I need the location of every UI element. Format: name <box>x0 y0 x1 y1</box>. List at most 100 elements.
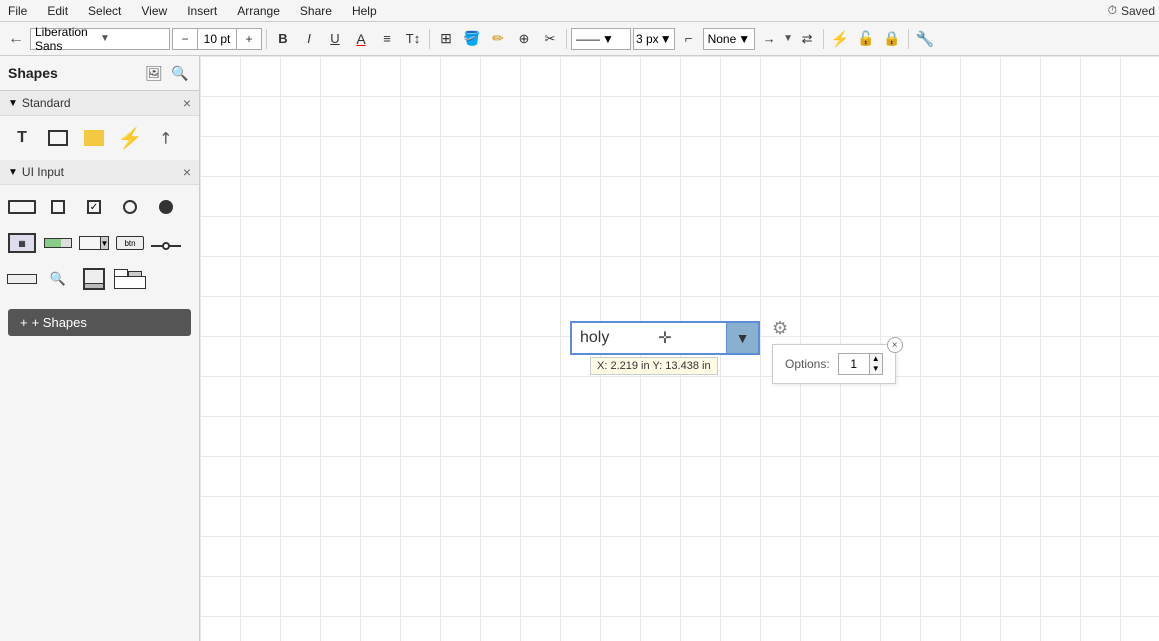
menu-help[interactable]: Help <box>348 2 381 20</box>
menu-share[interactable]: Share <box>296 2 336 20</box>
none-label: None <box>708 32 737 46</box>
font-size-decrease[interactable]: − <box>173 27 197 51</box>
separator-1 <box>266 29 267 49</box>
connection-button[interactable]: ⊕ <box>512 27 536 51</box>
search-icon[interactable]: 🔍 <box>169 62 191 84</box>
font-name-label: Liberation Sans <box>35 25 100 53</box>
main-layout: Shapes 🖼 🔍 ▼ Standard × T ⚡ ↗ <box>0 56 1159 641</box>
shape-arrow[interactable]: ↗ <box>150 122 182 154</box>
options-spinner-up[interactable]: ▲ <box>869 354 882 364</box>
shape-bolt[interactable]: ⚡ <box>114 122 146 154</box>
italic-button[interactable]: I <box>297 27 321 51</box>
standard-collapse-arrow: ▼ <box>8 98 18 109</box>
shape-progress[interactable] <box>42 227 74 259</box>
options-value-input[interactable] <box>839 354 869 374</box>
line-color-button[interactable]: ✏ <box>486 27 510 51</box>
ui-input-section-header[interactable]: ▼ UI Input × <box>0 160 199 185</box>
dropdown-shape[interactable]: holy ✛ ▼ <box>570 321 760 355</box>
add-shapes-icon: + <box>20 315 28 330</box>
shapes-title: Shapes <box>8 65 139 81</box>
back-arrow[interactable]: ← <box>4 28 28 50</box>
shape-checkbox-check[interactable]: ✓ <box>78 191 110 223</box>
lock-filled-button[interactable]: 🔒 <box>880 27 904 51</box>
shape-tabs[interactable] <box>114 263 146 295</box>
shape-zoom-bar[interactable]: 🔍 <box>42 263 74 295</box>
arrow-icon: ↗ <box>154 126 178 150</box>
arrow-right-button[interactable]: → <box>757 27 781 51</box>
connection-start-selector[interactable]: None ▼ <box>703 28 756 50</box>
menu-select[interactable]: Select <box>84 2 125 20</box>
dropdown-widget[interactable]: holy ✛ ▼ X: 2.219 in Y: 13.438 in <box>570 321 760 375</box>
saved-status: ⏱ Saved <box>1108 3 1155 18</box>
shape-slider[interactable] <box>150 227 182 259</box>
shapes-panel-header: Shapes 🖼 🔍 <box>0 56 199 91</box>
options-spinner-down[interactable]: ▼ <box>869 364 882 374</box>
font-size-increase[interactable]: + <box>237 27 261 51</box>
dropdown-arrow-btn[interactable]: ▼ <box>726 323 758 353</box>
shape-text[interactable]: T <box>6 122 38 154</box>
sidebar: Shapes 🖼 🔍 ▼ Standard × T ⚡ ↗ <box>0 56 200 641</box>
options-panel: × Options: ▲ ▼ <box>772 344 896 384</box>
shape-radio-filled[interactable] <box>150 191 182 223</box>
canvas-area[interactable]: ⚙ holy ✛ ▼ X: 2.219 in Y: 13.438 in × Op… <box>200 56 1159 641</box>
menu-view[interactable]: View <box>137 2 171 20</box>
coord-tooltip: X: 2.219 in Y: 13.438 in <box>590 357 718 375</box>
shape-scroll-h[interactable] <box>6 263 38 295</box>
add-shapes-button[interactable]: + + Shapes <box>8 309 191 336</box>
image-icon[interactable]: 🖼 <box>143 62 165 84</box>
shape-checkbox-empty[interactable] <box>42 191 74 223</box>
corner-style-button[interactable]: ⌐ <box>677 27 701 51</box>
bolt-icon: ⚡ <box>118 126 143 151</box>
shape-frame-scroll[interactable] <box>78 263 110 295</box>
add-shapes-label: + Shapes <box>32 315 87 330</box>
shape-radio-empty[interactable] <box>114 191 146 223</box>
shape-rect[interactable] <box>42 122 74 154</box>
standard-shapes-grid: T ⚡ ↗ <box>0 116 199 160</box>
shape-input-field[interactable] <box>6 191 38 223</box>
line-style-label: —— <box>576 32 600 46</box>
shape-button-label[interactable]: btn <box>114 227 146 259</box>
options-spinner-buttons: ▲ ▼ <box>869 354 882 374</box>
saved-label: Saved <box>1121 4 1155 18</box>
options-close-button[interactable]: × <box>887 337 903 353</box>
menu-edit[interactable]: Edit <box>43 2 72 20</box>
standard-section-label: Standard <box>22 96 183 110</box>
insert-table-button[interactable]: ⊞ <box>434 27 458 51</box>
font-size-input[interactable] <box>197 29 237 49</box>
underline-button[interactable]: U <box>323 27 347 51</box>
magnify-icon: 🔍 <box>50 271 66 287</box>
save-icon: ⏱ <box>1108 3 1117 18</box>
px-selector[interactable]: 3 px ▼ <box>633 28 675 50</box>
bold-button[interactable]: B <box>271 27 295 51</box>
dropdown-text: holy <box>572 329 726 347</box>
ui-input-section-close[interactable]: × <box>183 164 191 180</box>
menu-file[interactable]: File <box>4 2 31 20</box>
wrench-button[interactable]: 🔧 <box>913 27 937 51</box>
shape-combo[interactable]: ▼ <box>78 227 110 259</box>
lock-button[interactable]: 🔓 <box>854 27 878 51</box>
font-color-button[interactable]: A <box>349 27 373 51</box>
gear-icon[interactable]: ⚙ <box>772 318 788 339</box>
font-dropdown-arrow: ▼ <box>100 33 165 44</box>
line-style-selector[interactable]: —— ▼ <box>571 28 631 50</box>
toolbar: ← Liberation Sans ▼ − + B I U A ≡ T↕ ⊞ 🪣… <box>0 22 1159 56</box>
standard-section-close[interactable]: × <box>183 95 191 111</box>
ui-input-shapes-grid: ✓ ▦ ▼ btn <box>0 185 199 301</box>
standard-section-header[interactable]: ▼ Standard × <box>0 91 199 116</box>
text-align-button[interactable]: ≡ <box>375 27 399 51</box>
menu-insert[interactable]: Insert <box>183 2 221 20</box>
font-size-control: − + <box>172 28 262 50</box>
swap-button[interactable]: ⇄ <box>795 27 819 51</box>
options-spinner: ▲ ▼ <box>838 353 883 375</box>
none-arrow: ▼ <box>738 32 750 46</box>
separator-2 <box>429 29 430 49</box>
separator-3 <box>566 29 567 49</box>
fill-color-button[interactable]: 🪣 <box>460 27 484 51</box>
shape-rect-yellow[interactable] <box>78 122 110 154</box>
lightning-button[interactable]: ⚡ <box>828 27 852 51</box>
font-selector[interactable]: Liberation Sans ▼ <box>30 28 170 50</box>
menu-arrange[interactable]: Arrange <box>233 2 284 20</box>
shape-display[interactable]: ▦ <box>6 227 38 259</box>
text-format-button[interactable]: T↕ <box>401 27 425 51</box>
waypoint-button[interactable]: ✂ <box>538 27 562 51</box>
